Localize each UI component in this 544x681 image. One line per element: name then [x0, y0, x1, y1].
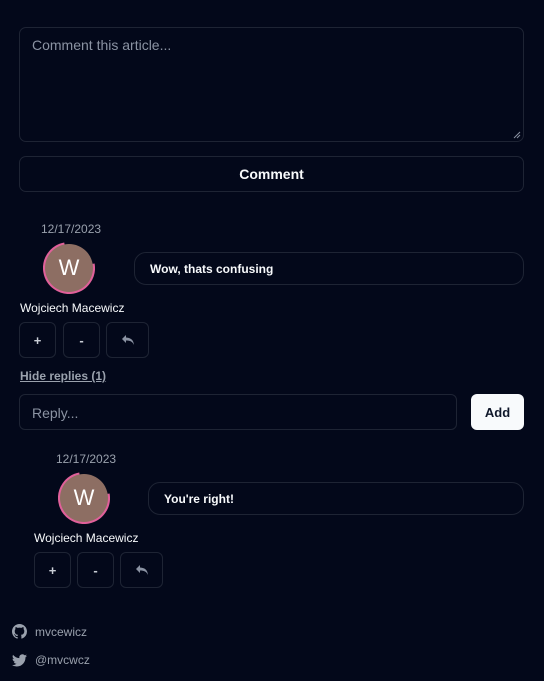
reply-text-value: You're right!	[164, 491, 234, 506]
twitter-icon	[12, 653, 27, 666]
comment-button[interactable]: Comment	[19, 156, 524, 192]
comment-author: Wojciech Macewicz	[20, 301, 125, 315]
github-icon	[12, 624, 27, 639]
reply-placeholder: Reply...	[32, 405, 79, 421]
comment-placeholder: Comment this article...	[32, 37, 172, 53]
add-reply-button[interactable]: Add	[471, 394, 524, 430]
avatar[interactable]: W	[60, 474, 108, 522]
twitter-handle: @mvcwcz	[35, 653, 90, 667]
reply-author: Wojciech Macewicz	[34, 531, 139, 545]
downvote-label: -	[93, 562, 98, 578]
downvote-button[interactable]: -	[77, 552, 114, 588]
upvote-label: +	[48, 562, 57, 578]
comment-date: 12/17/2023	[41, 222, 102, 236]
reply-button[interactable]	[120, 552, 163, 588]
avatar[interactable]: W	[45, 244, 93, 292]
reply-text: You're right!	[148, 482, 524, 515]
github-handle: mvcewicz	[35, 624, 88, 639]
upvote-label: +	[33, 332, 42, 348]
github-link[interactable]: mvcewicz	[12, 624, 87, 639]
comment-textarea[interactable]: Comment this article...	[19, 27, 524, 142]
reply-input[interactable]: Reply...	[19, 394, 457, 430]
upvote-button[interactable]: +	[34, 552, 71, 588]
reply-date: 12/17/2023	[56, 452, 117, 466]
hide-replies-link[interactable]: Hide replies (1)	[20, 369, 106, 383]
comment-text: Wow, thats confusing	[134, 252, 524, 285]
downvote-button[interactable]: -	[63, 322, 100, 358]
downvote-label: -	[79, 332, 84, 348]
reply-button[interactable]	[106, 322, 149, 358]
avatar-letter: W	[73, 485, 95, 510]
upvote-button[interactable]: +	[19, 322, 56, 358]
reply-icon	[121, 335, 134, 345]
reply-icon	[135, 565, 148, 575]
resize-grip-icon[interactable]	[513, 131, 521, 139]
avatar-letter: W	[58, 255, 80, 280]
comment-text-value: Wow, thats confusing	[150, 261, 274, 276]
twitter-link[interactable]: @mvcwcz	[12, 653, 90, 667]
